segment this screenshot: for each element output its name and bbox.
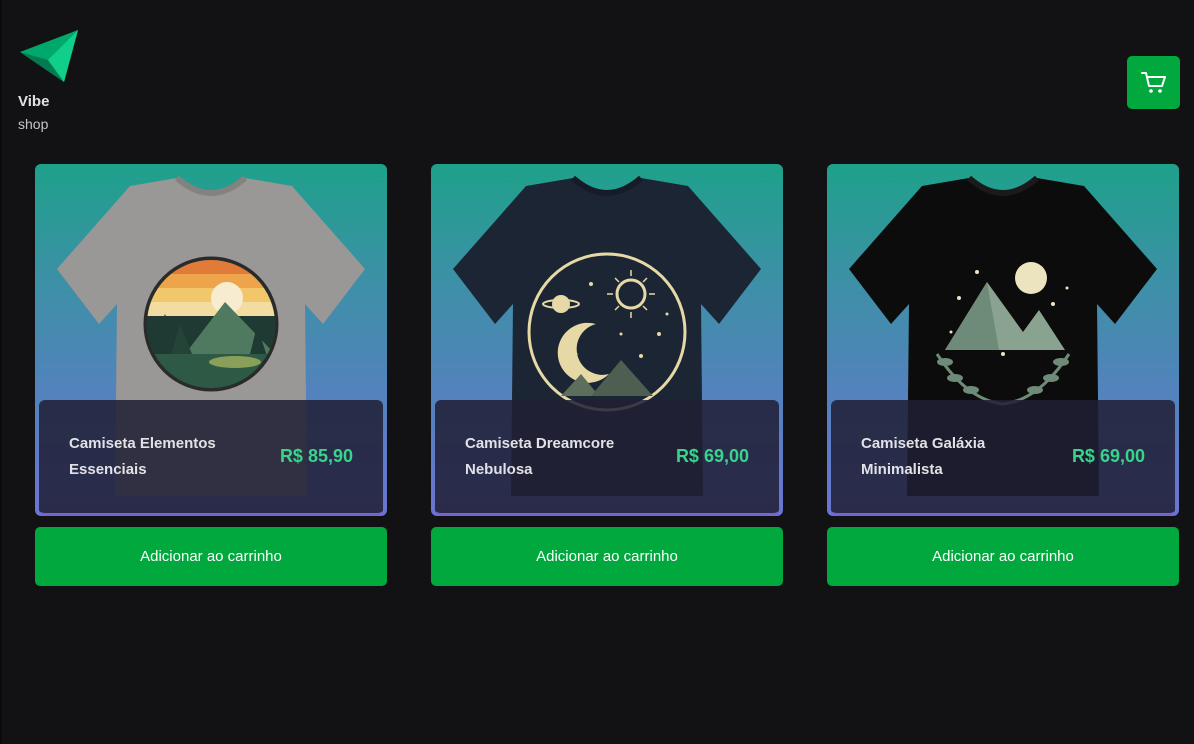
add-to-cart-button[interactable]: Adicionar ao carrinho (35, 527, 387, 586)
product-name: Camiseta Elementos Essenciais (69, 434, 216, 478)
product-card: Camiseta Elementos Essenciais R$ 85,90 A… (35, 164, 387, 586)
product-name: Camiseta Galáxia Minimalista (861, 434, 986, 478)
product-price: R$ 69,00 (1071, 446, 1145, 466)
product-price: R$ 69,00 (675, 446, 749, 466)
product-card: Camiseta Dreamcore Nebulosa R$ 69,00 Adi… (431, 164, 783, 586)
page: Vibe shop Camiseta Elementos Essenciais … (0, 0, 1194, 744)
product-price: R$ 85,90 (279, 446, 353, 466)
brand-tagline: shop (18, 116, 49, 132)
product-info-overlay: Camiseta Galáxia Minimalista R$ 69,00 (831, 400, 1175, 516)
product-card: Camiseta Galáxia Minimalista R$ 69,00 Ad… (827, 164, 1179, 586)
triangle-logo-icon (20, 30, 78, 82)
product-image-card[interactable]: Camiseta Elementos Essenciais R$ 85,90 (35, 164, 387, 516)
add-to-cart-button[interactable]: Adicionar ao carrinho (827, 527, 1179, 586)
product-name: Camiseta Dreamcore Nebulosa (465, 434, 615, 478)
cart-button[interactable] (1127, 56, 1180, 109)
product-info-overlay: Camiseta Dreamcore Nebulosa R$ 69,00 (435, 400, 779, 516)
cart-icon (1140, 71, 1166, 93)
brand-name: Vibe (18, 93, 50, 110)
product-image-card[interactable]: Camiseta Galáxia Minimalista R$ 69,00 (827, 164, 1179, 516)
product-image-card[interactable]: Camiseta Dreamcore Nebulosa R$ 69,00 (431, 164, 783, 516)
brand-logo[interactable]: Vibe shop (18, 30, 82, 136)
add-to-cart-button[interactable]: Adicionar ao carrinho (431, 527, 783, 586)
product-info-overlay: Camiseta Elementos Essenciais R$ 85,90 (39, 400, 383, 516)
